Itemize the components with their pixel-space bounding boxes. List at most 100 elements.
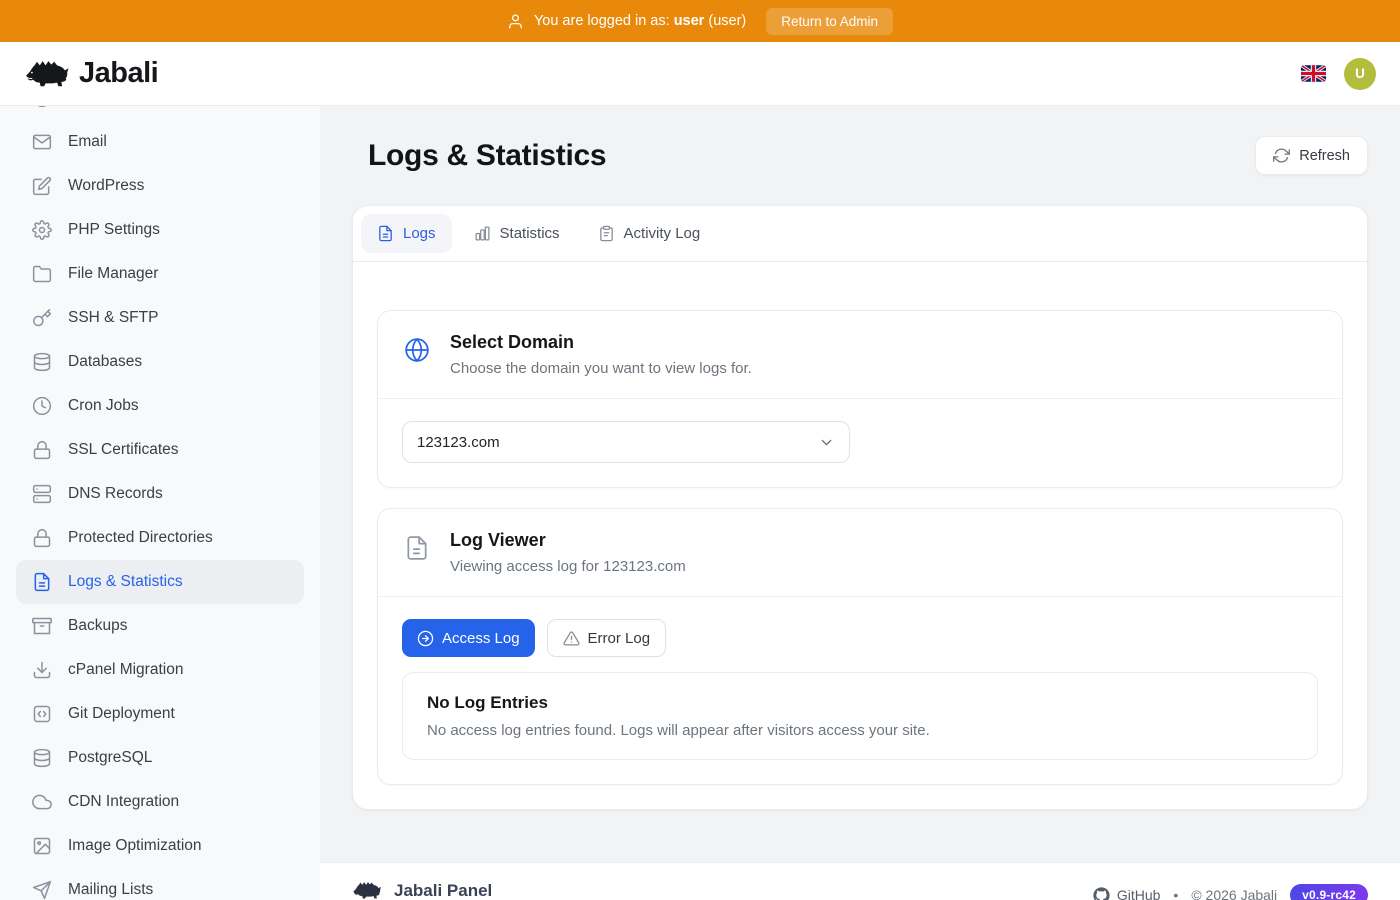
select-domain-title: Select Domain [450, 332, 752, 353]
access-log-button[interactable]: Access Log [402, 619, 535, 657]
bar-chart-icon [474, 225, 491, 242]
sidebar-item-wordpress[interactable]: WordPress [16, 164, 304, 208]
globe-icon [404, 337, 430, 363]
empty-log-title: No Log Entries [427, 693, 1293, 713]
app-header: Jabali U [0, 42, 1400, 106]
code-icon [32, 704, 52, 724]
sidebar-item-label: Databases [68, 353, 142, 371]
domain-select-value: 123123.com [417, 434, 500, 451]
download-icon [32, 660, 52, 680]
gear-icon [32, 220, 52, 240]
tab-bar: Logs Statistics Activity Log [353, 206, 1367, 262]
tab-label: Logs [403, 225, 436, 242]
globe-icon [32, 106, 52, 108]
sidebar-item-git-deployment[interactable]: Git Deployment [16, 692, 304, 736]
sidebar-item-databases[interactable]: Databases [16, 340, 304, 384]
github-label: GitHub [1117, 887, 1161, 900]
sidebar-item-php-settings[interactable]: PHP Settings [16, 208, 304, 252]
version-badge: v0.9-rc42 [1290, 884, 1368, 900]
key-icon [32, 308, 52, 328]
arrow-right-circle-icon [417, 630, 434, 647]
user-icon [507, 13, 524, 30]
image-icon [32, 836, 52, 856]
access-log-label: Access Log [442, 630, 520, 647]
tab-label: Statistics [500, 225, 560, 242]
sidebar-item-backups[interactable]: Backups [16, 604, 304, 648]
sidebar-item-label: SSH & SFTP [68, 309, 158, 327]
sidebar-item-ssl-certificates[interactable]: SSL Certificates [16, 428, 304, 472]
sidebar-item-protected-directories[interactable]: Protected Directories [16, 516, 304, 560]
clipboard-icon [598, 225, 615, 242]
app-footer: Jabali Panel GitHub • © 2026 Jabali v0.9… [320, 862, 1400, 900]
select-domain-subtitle: Choose the domain you want to view logs … [450, 360, 752, 377]
sidebar-item-image-optimization[interactable]: Image Optimization [16, 824, 304, 868]
sidebar-item-logs-statistics[interactable]: Logs & Statistics [16, 560, 304, 604]
file-text-icon [404, 535, 430, 561]
github-link[interactable]: GitHub [1093, 887, 1161, 900]
footer-separator: • [1173, 887, 1178, 900]
refresh-label: Refresh [1299, 148, 1350, 164]
chevron-down-icon [818, 434, 835, 451]
sidebar-item-label: PostgreSQL [68, 749, 152, 767]
database-icon [32, 748, 52, 768]
sidebar-item-label: WordPress [68, 177, 144, 195]
impersonation-text: You are logged in as: user (user) [534, 13, 746, 29]
sidebar-item-partial[interactable] [16, 106, 304, 120]
lock-icon [32, 528, 52, 548]
sidebar-item-cdn-integration[interactable]: CDN Integration [16, 780, 304, 824]
boar-logo-icon [352, 880, 382, 900]
sidebar-item-label: Email [68, 133, 107, 151]
tab-logs[interactable]: Logs [361, 214, 452, 253]
main-content: Logs & Statistics Refresh Logs Statistic… [320, 106, 1400, 900]
sidebar-item-label: File Manager [68, 265, 158, 283]
sidebar-item-mailing-lists[interactable]: Mailing Lists [16, 868, 304, 900]
brand-logo[interactable]: Jabali [24, 57, 158, 90]
sidebar-item-dns-records[interactable]: DNS Records [16, 472, 304, 516]
sidebar-item-label: Protected Directories [68, 529, 213, 547]
github-icon [1093, 887, 1110, 900]
refresh-icon [1273, 147, 1290, 164]
file-text-icon [32, 572, 52, 592]
log-viewer-title: Log Viewer [450, 530, 686, 551]
impersonated-username: user [674, 13, 705, 29]
sidebar-item-cpanel-migration[interactable]: cPanel Migration [16, 648, 304, 692]
empty-log-state: No Log Entries No access log entries fou… [402, 672, 1318, 760]
language-flag-icon[interactable] [1301, 65, 1326, 82]
sidebar-item-file-manager[interactable]: File Manager [16, 252, 304, 296]
sidebar-item-ssh-sftp[interactable]: SSH & SFTP [16, 296, 304, 340]
sidebar-item-cron-jobs[interactable]: Cron Jobs [16, 384, 304, 428]
empty-log-message: No access log entries found. Logs will a… [427, 722, 1293, 739]
domain-select[interactable]: 123123.com [402, 421, 850, 463]
error-log-label: Error Log [588, 630, 651, 647]
log-viewer-subtitle: Viewing access log for 123123.com [450, 558, 686, 575]
sidebar-item-label: cPanel Migration [68, 661, 183, 679]
refresh-button[interactable]: Refresh [1255, 136, 1368, 175]
sidebar-item-label: CDN Integration [68, 793, 179, 811]
error-log-button[interactable]: Error Log [547, 619, 667, 657]
footer-brand-name: Jabali Panel [394, 881, 492, 900]
sidebar-item-email[interactable]: Email [16, 120, 304, 164]
footer-brand: Jabali Panel [352, 880, 492, 900]
sidebar-item-label: SSL Certificates [68, 441, 179, 459]
sidebar-item-postgresql[interactable]: PostgreSQL [16, 736, 304, 780]
user-avatar[interactable]: U [1344, 58, 1376, 90]
tab-activity-log[interactable]: Activity Log [582, 214, 717, 253]
mail-icon [32, 132, 52, 152]
cloud-icon [32, 792, 52, 812]
archive-icon [32, 616, 52, 636]
log-viewer-card: Log Viewer Viewing access log for 123123… [377, 508, 1343, 785]
sidebar-item-label: Logs & Statistics [68, 573, 183, 591]
logs-panel-card: Logs Statistics Activity Log [352, 205, 1368, 810]
sidebar-item-label: Backups [68, 617, 127, 635]
sidebar-item-label: Image Optimization [68, 837, 202, 855]
return-to-admin-button[interactable]: Return to Admin [766, 8, 893, 35]
send-icon [32, 880, 52, 900]
sidebar-item-label: DNS Records [68, 485, 163, 503]
select-domain-card: Select Domain Choose the domain you want… [377, 310, 1343, 488]
tab-statistics[interactable]: Statistics [458, 214, 576, 253]
sidebar-item-label: Git Deployment [68, 705, 175, 723]
sidebar-item-label: PHP Settings [68, 221, 160, 239]
page-title: Logs & Statistics [368, 139, 606, 173]
impersonation-bar: You are logged in as: user (user) Return… [0, 0, 1400, 42]
edit-icon [32, 176, 52, 196]
